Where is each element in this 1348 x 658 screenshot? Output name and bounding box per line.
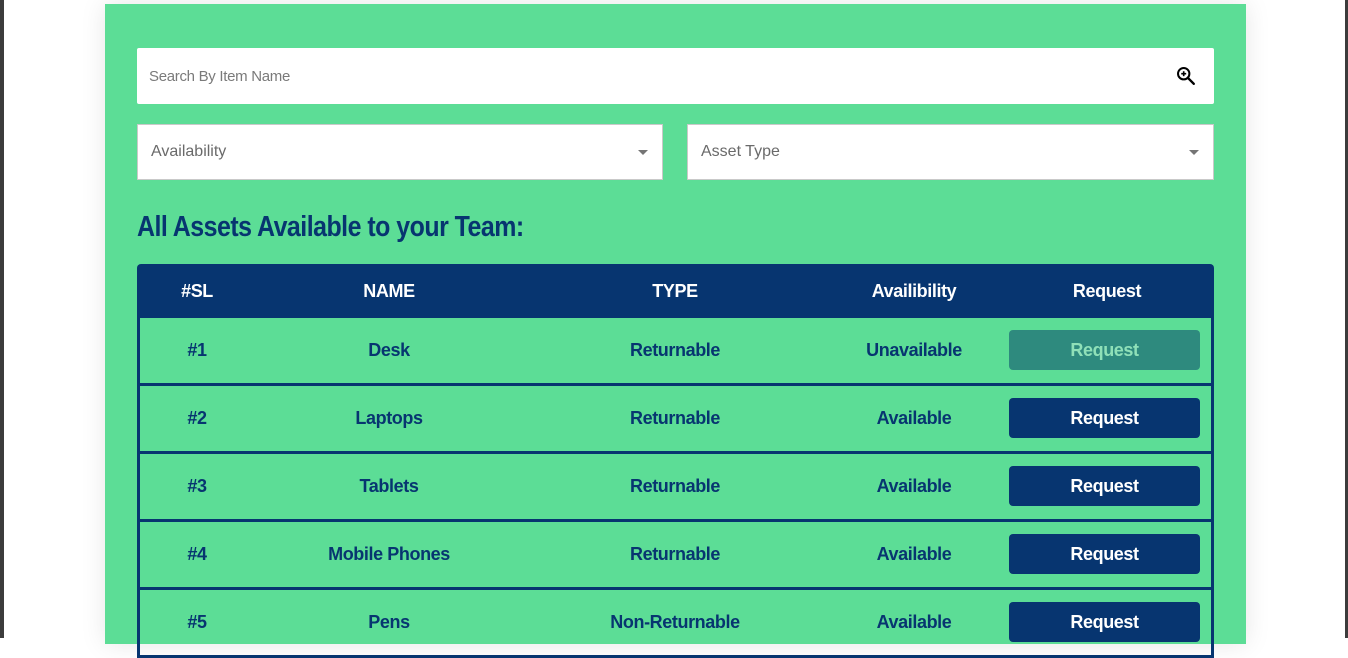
section-title: All Assets Available to your Team: <box>137 211 524 243</box>
asset-type-select-label: Asset Type <box>701 143 780 160</box>
row-availability: Available <box>876 476 952 496</box>
request-button[interactable]: Request <box>1009 602 1200 642</box>
row-name: Laptops <box>355 408 423 428</box>
table-row: #5 Pens Non-Returnable Available Request <box>137 590 1214 658</box>
chevron-down-icon <box>638 150 648 155</box>
zoom-in-icon[interactable] <box>1175 65 1197 87</box>
chevron-down-icon <box>1189 150 1199 155</box>
window-frame-left <box>0 0 4 638</box>
row-type: Non-Returnable <box>610 612 740 632</box>
row-type: Returnable <box>629 340 721 360</box>
request-button[interactable]: Request <box>1009 466 1200 506</box>
column-header-availability: Availibility <box>871 280 957 301</box>
table-row: #2 Laptops Returnable Available Request <box>137 386 1214 454</box>
request-button[interactable]: Request <box>1009 534 1200 574</box>
row-availability: Available <box>876 612 952 632</box>
table-row: #3 Tablets Returnable Available Request <box>137 454 1214 522</box>
request-button[interactable]: Request <box>1009 330 1200 370</box>
request-button[interactable]: Request <box>1009 398 1200 438</box>
column-header-request: Request <box>1072 280 1142 301</box>
row-sl: #2 <box>187 408 207 428</box>
assets-table: #SL NAME TYPE Availibility Request #1 De… <box>137 264 1214 658</box>
search-input[interactable] <box>137 48 1157 104</box>
row-sl: #1 <box>187 340 207 360</box>
table-row: #1 Desk Returnable Unavailable Request <box>137 318 1214 386</box>
search-bar <box>137 48 1214 104</box>
row-name: Mobile Phones <box>328 544 450 564</box>
row-availability: Available <box>876 544 952 564</box>
row-sl: #5 <box>187 612 207 632</box>
asset-type-select[interactable]: Asset Type <box>687 124 1214 180</box>
table-header: #SL NAME TYPE Availibility Request <box>137 264 1214 318</box>
row-availability: Available <box>876 408 952 428</box>
column-header-type: TYPE <box>652 280 698 301</box>
row-name: Pens <box>368 612 410 632</box>
column-header-sl: #SL <box>181 280 213 301</box>
row-type: Returnable <box>629 476 721 496</box>
row-type: Returnable <box>629 408 721 428</box>
row-availability: Unavailable <box>866 340 962 360</box>
row-sl: #3 <box>187 476 207 496</box>
row-sl: #4 <box>187 544 207 564</box>
assets-panel: Availability Asset Type All Assets Avail… <box>105 4 1246 658</box>
row-name: Tablets <box>359 476 419 496</box>
row-type: Returnable <box>629 544 721 564</box>
availability-select[interactable]: Availability <box>137 124 663 180</box>
availability-select-label: Availability <box>151 143 227 160</box>
row-name: Desk <box>368 340 410 360</box>
column-header-name: NAME <box>363 280 415 301</box>
table-row: #4 Mobile Phones Returnable Available Re… <box>137 522 1214 590</box>
